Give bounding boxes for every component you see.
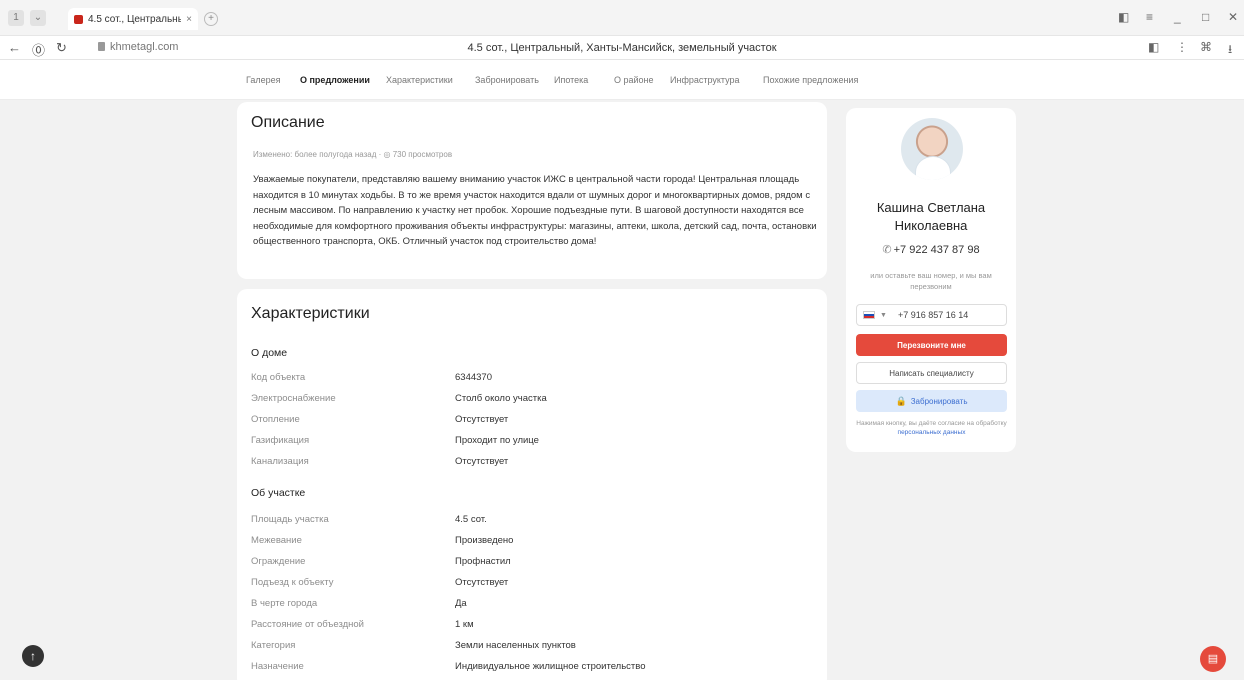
maximize-button[interactable]: □ (1202, 10, 1209, 24)
nav-about-offer[interactable]: О предложении (300, 75, 370, 85)
row-value: Отсутствует (455, 414, 509, 425)
agent-card: Кашина Светлана Николаевна ✆ +7 922 437 8… (846, 108, 1016, 452)
row-label: Расстояние от объездной (251, 619, 364, 630)
agent-avatar (901, 118, 963, 180)
personal-data-link[interactable]: персональных данных (898, 429, 966, 436)
consent-note: Нажимая кнопку, вы даёте согласие на обр… (856, 419, 1007, 437)
row-label: В черте города (251, 598, 318, 609)
more-icon[interactable]: ⋮ (1176, 40, 1188, 54)
description-meta: Изменено: более полугода назад · ◎ 730 п… (253, 150, 453, 159)
row-value: Отсутствует (455, 456, 509, 467)
scroll-up-button[interactable]: ↑ (22, 645, 44, 667)
row-label: Ограждение (251, 556, 306, 567)
nav-similar[interactable]: Похожие предложения (763, 75, 858, 85)
phone-icon: ✆ (882, 244, 892, 256)
new-tab-button[interactable]: + (204, 12, 218, 26)
row-label: Категория (251, 640, 296, 651)
row-label: Межевание (251, 535, 302, 546)
nav-characteristics[interactable]: Характеристики (386, 75, 453, 85)
chat-button[interactable]: ▤ (1200, 646, 1226, 672)
description-text: Уважаемые покупатели, представляю вашему… (253, 174, 817, 247)
call-me-button[interactable]: Перезвоните мне (856, 334, 1007, 356)
extensions-icon[interactable]: ⌘ (1200, 40, 1212, 54)
row-value: 4.5 сот. (455, 514, 487, 525)
tab-list-button[interactable]: ⌄ (30, 10, 46, 26)
row-label: Назначение (251, 661, 304, 672)
row-value: Произведено (455, 535, 514, 546)
lock-icon: 🔒 (895, 395, 907, 406)
close-tab-icon[interactable]: × (186, 14, 192, 25)
row-label: Подъезд к объекту (251, 577, 334, 588)
bookmark-icon[interactable]: ◧ (1118, 10, 1129, 24)
menu-icon[interactable]: ≡ (1146, 10, 1153, 24)
close-window-button[interactable]: ✕ (1228, 10, 1238, 24)
phone-input[interactable]: ▼ +7 916 857 16 14 (856, 304, 1007, 326)
agent-name-line1: Кашина Светлана (876, 200, 986, 215)
book-button[interactable]: 🔒 Забронировать (856, 390, 1007, 412)
chevron-down-icon[interactable]: ▼ (880, 312, 887, 319)
characteristics-title: Характеристики (251, 305, 370, 322)
section-title-plot: Об участке (251, 487, 306, 499)
row-label: Отопление (251, 414, 300, 425)
description-card: Описание Изменено: более полугода назад … (237, 102, 827, 279)
browser-tab[interactable]: 4.5 сот., Центральный, X × (68, 8, 198, 30)
row-value: Проходит по улице (455, 435, 539, 446)
characteristics-card: Характеристики О доме Код объекта 634437… (237, 289, 827, 680)
agent-name-line2: Николаевна (894, 218, 968, 233)
address-bar: ← ⓪ ↻ khmetagl.com 4.5 сот., Центральный… (0, 36, 1244, 60)
nav-mortgage[interactable]: Ипотека (554, 75, 588, 85)
row-value: Профнастил (455, 556, 511, 567)
row-value: Отсутствует (455, 577, 509, 588)
russia-flag-icon[interactable] (863, 311, 875, 319)
browser-tab-bar: 1 ⌄ 4.5 сот., Центральный, X × + ◧ ≡ _ □… (0, 0, 1244, 36)
row-label: Электроснабжение (251, 393, 336, 404)
site-navigation: Галерея О предложении Характеристики Заб… (0, 60, 1244, 100)
agent-name: Кашина Светлана Николаевна (846, 199, 1016, 235)
nav-book[interactable]: Забронировать (475, 75, 539, 85)
row-value: Земли населенных пунктов (455, 640, 576, 651)
write-specialist-button[interactable]: Написать специалисту (856, 362, 1007, 384)
row-value: 1 км (455, 619, 474, 630)
section-title-house: О доме (251, 347, 288, 359)
site-favicon-icon (74, 14, 83, 24)
download-icon[interactable]: ⭳ (1228, 40, 1232, 61)
book-button-label: Забронировать (910, 396, 968, 406)
tab-actions-button[interactable]: 1 (8, 10, 24, 26)
row-value: Индивидуальное жилищное строительство (455, 661, 646, 672)
row-value: Столб около участка (455, 393, 547, 404)
row-value: Да (455, 598, 467, 609)
callback-hint: или оставьте ваш номер, и мы вам перезво… (870, 271, 992, 291)
description-title: Описание (251, 114, 325, 131)
nav-district[interactable]: О районе (614, 75, 654, 85)
agent-phone-number[interactable]: +7 922 437 87 98 (894, 244, 980, 256)
tab-title: 4.5 сот., Центральный, X (88, 13, 181, 25)
row-value: 6344370 (455, 372, 492, 383)
consent-text: Нажимая кнопку, вы даёте согласие на обр… (856, 420, 1007, 427)
phone-input-value[interactable]: +7 916 857 16 14 (898, 310, 968, 320)
nav-infrastructure[interactable]: Инфраструктура (670, 75, 740, 85)
reader-icon[interactable]: ◧ (1148, 40, 1159, 54)
minimize-button[interactable]: _ (1174, 10, 1181, 24)
row-label: Код объекта (251, 372, 306, 383)
row-label: Канализация (251, 456, 309, 467)
nav-gallery[interactable]: Галерея (246, 75, 281, 85)
row-label: Площадь участка (251, 514, 329, 525)
row-label: Газификация (251, 435, 310, 446)
page-title: 4.5 сот., Центральный, Ханты-Мансийск, з… (467, 42, 777, 54)
agent-phone[interactable]: ✆ +7 922 437 87 98 (846, 243, 1016, 256)
